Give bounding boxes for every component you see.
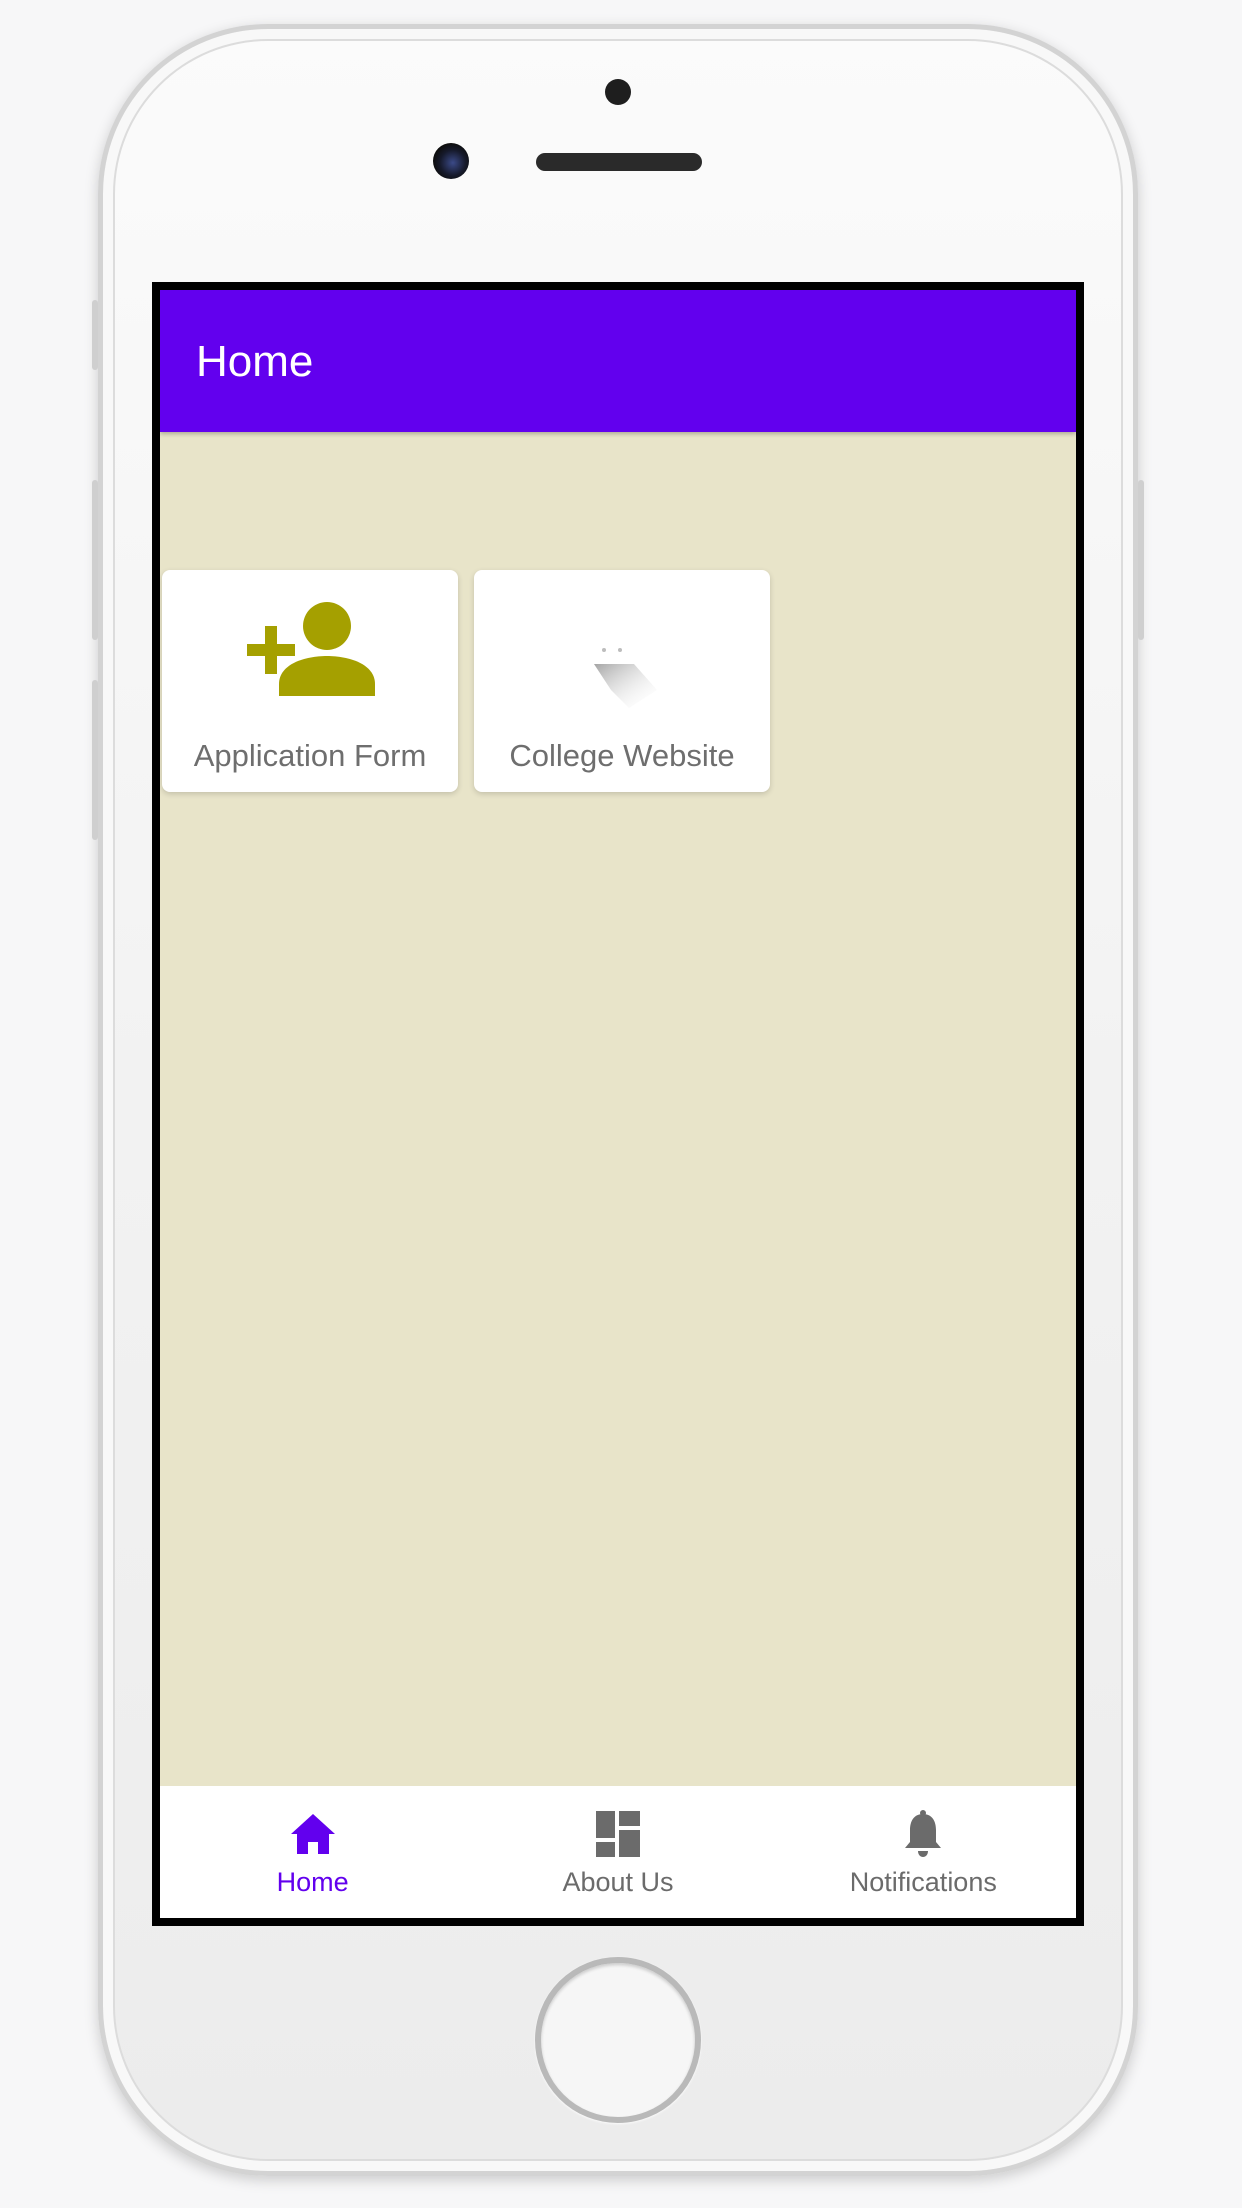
home-icon	[287, 1808, 339, 1860]
app-content: Home Application Form College Website Ho…	[160, 290, 1076, 1918]
dashboard-icon	[592, 1808, 644, 1860]
phone-home-button[interactable]	[535, 1957, 701, 2123]
phone-volume-up-button	[92, 480, 98, 640]
add-person-icon	[162, 598, 458, 708]
phone-volume-down-button	[92, 680, 98, 840]
phone-power-button	[1138, 480, 1144, 640]
phone-screen: Home Application Form College Website Ho…	[152, 282, 1084, 1926]
page-title: Home	[196, 337, 314, 386]
phone-mute-switch	[92, 300, 98, 370]
earpiece-speaker	[536, 153, 702, 171]
application-form-tile[interactable]: Application Form	[162, 570, 458, 792]
nav-item-about-us[interactable]: About Us	[465, 1786, 770, 1918]
tile-label: Application Form	[193, 738, 427, 773]
college-website-tile[interactable]: College Website	[474, 570, 770, 792]
nav-label: Notifications	[849, 1867, 997, 1897]
tile-label: College Website	[509, 738, 735, 773]
nav-item-home[interactable]: Home	[160, 1786, 465, 1918]
nav-label: About Us	[562, 1867, 674, 1897]
front-sensor	[605, 79, 631, 105]
website-icon	[474, 598, 770, 708]
nav-item-notifications[interactable]: Notifications	[771, 1786, 1076, 1918]
app-bar: Home	[160, 290, 1076, 432]
bell-icon	[897, 1808, 949, 1860]
bottom-navigation: Home About Us Notifications	[160, 1786, 1076, 1918]
front-camera	[433, 143, 469, 179]
nav-label: Home	[276, 1867, 349, 1897]
